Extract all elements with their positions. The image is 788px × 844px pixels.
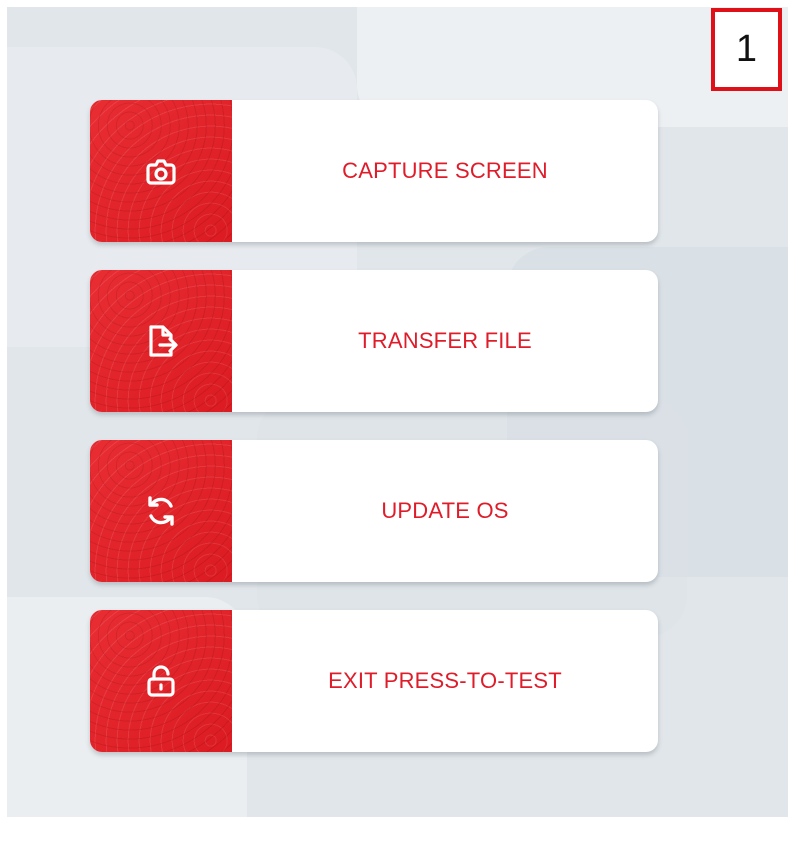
unlock-icon bbox=[147, 665, 175, 697]
transfer-file-label: TRANSFER FILE bbox=[358, 328, 532, 353]
capture-screen-button[interactable]: CAPTURE SCREEN bbox=[90, 100, 658, 242]
update-os-button[interactable]: UPDATE OS bbox=[90, 440, 658, 582]
camera-icon bbox=[146, 159, 176, 185]
update-os-icon-panel bbox=[90, 440, 232, 582]
transfer-file-button[interactable]: TRANSFER FILE bbox=[90, 270, 658, 412]
capture-screen-icon-panel bbox=[90, 100, 232, 242]
transfer-file-icon-panel bbox=[90, 270, 232, 412]
file-transfer-icon bbox=[149, 325, 178, 357]
exit-press-to-test-button[interactable]: EXIT PRESS-TO-TEST bbox=[90, 610, 658, 752]
refresh-icon bbox=[148, 496, 174, 526]
exit-press-to-test-label: EXIT PRESS-TO-TEST bbox=[328, 668, 562, 693]
screen: 1 CAPTURE SCREEN TRANSFER FILE UPDATE OS… bbox=[0, 0, 788, 844]
page-number-badge: 1 bbox=[711, 8, 782, 91]
capture-screen-label: CAPTURE SCREEN bbox=[342, 158, 548, 183]
press-to-test-menu: CAPTURE SCREEN TRANSFER FILE UPDATE OS E… bbox=[90, 100, 658, 780]
update-os-label: UPDATE OS bbox=[381, 498, 509, 523]
exit-press-to-test-icon-panel bbox=[90, 610, 232, 752]
